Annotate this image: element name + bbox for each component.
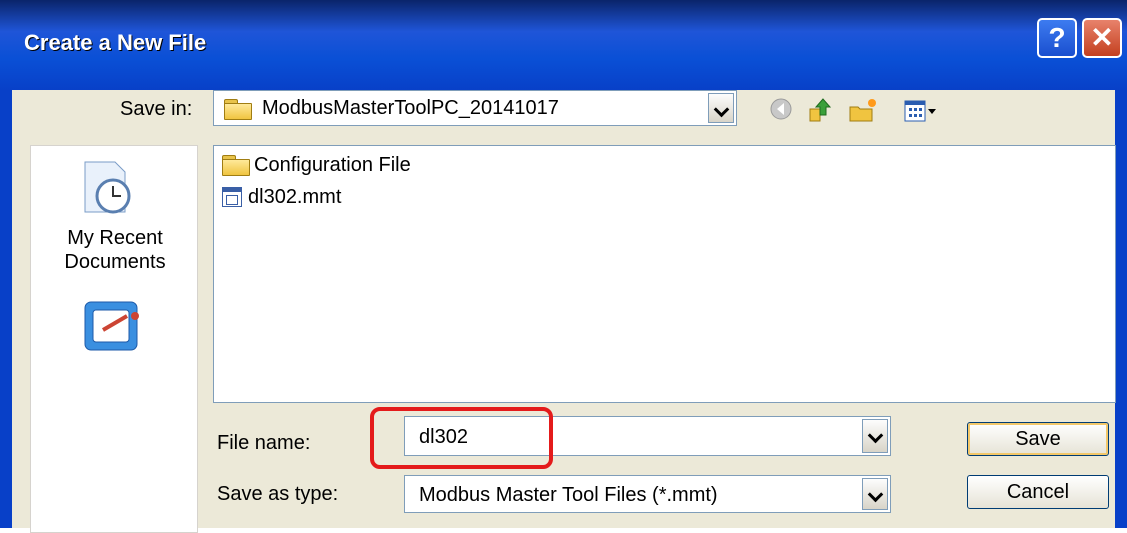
save-in-value: ModbusMasterToolPC_20141017 [262,97,559,119]
file-icon [222,187,242,207]
recent-documents-icon [84,161,131,214]
highlight-annotation [370,407,553,469]
desktop-icon [84,301,139,351]
folder-icon [222,155,250,176]
close-button[interactable]: ✕ [1082,18,1122,58]
window-border-left [0,90,12,528]
file-name-text: dl302.mmt [248,185,342,208]
dialog-body: Save in: ModbusMasterToolPC_20141017 My … [0,90,1127,533]
list-item[interactable]: Configuration File [222,152,411,178]
view-menu-icon[interactable] [904,100,936,122]
save-in-dropdown[interactable]: ModbusMasterToolPC_20141017 [213,90,737,126]
create-file-dialog: Create a New File ? ✕ Save in: ModbusMas… [0,0,1127,533]
dialog-title: Create a New File [24,30,207,55]
new-folder-icon[interactable] [849,99,876,122]
chevron-down-icon[interactable] [862,419,888,453]
file-name-label: File name: [217,432,311,454]
save-in-label: Save in: [120,98,193,120]
back-icon[interactable] [770,98,792,120]
save-as-type-value: Modbus Master Tool Files (*.mmt) [419,484,718,506]
dialog-toolbar [770,98,936,122]
window-border-right [1115,90,1127,528]
list-item[interactable]: dl302.mmt [222,184,341,210]
cancel-button[interactable]: Cancel [967,475,1109,509]
title-bar: Create a New File ? ✕ [0,0,1127,90]
help-button[interactable]: ? [1037,18,1077,58]
chevron-down-icon[interactable] [708,93,734,123]
file-list[interactable]: Configuration File dl302.mmt [213,145,1116,403]
folder-icon [224,99,256,120]
save-button[interactable]: Save [967,422,1109,456]
places-bar: My Recent Documents [30,145,198,533]
places-item-label: My Recent Documents [64,227,166,273]
places-item-desktop[interactable] [31,286,199,366]
chevron-down-icon[interactable] [862,478,888,510]
save-as-type-dropdown[interactable]: Modbus Master Tool Files (*.mmt) [404,475,891,513]
save-as-type-label: Save as type: [217,483,339,505]
file-name-text: Configuration File [254,153,411,176]
up-folder-icon[interactable] [809,98,832,122]
places-item-recent[interactable]: My Recent Documents [31,146,199,276]
